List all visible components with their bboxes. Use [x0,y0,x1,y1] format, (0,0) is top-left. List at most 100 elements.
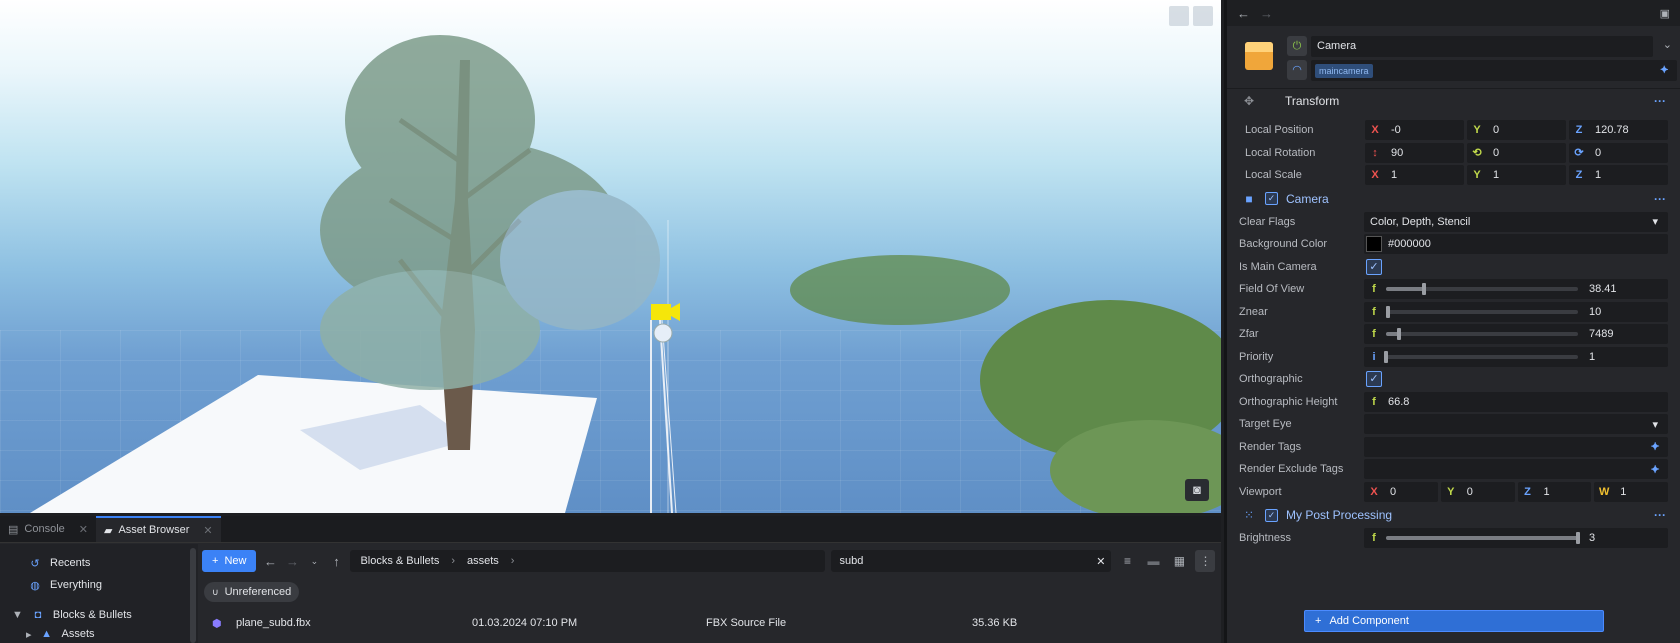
asset-browser-sidebar: ↺ Recents ◍ Everything ▼ ◘ Blocks & Bull… [0,544,198,643]
search-input[interactable]: subd ✕ [831,550,1112,572]
folder-icon[interactable]: ▬ [1143,554,1163,568]
prop-label: Orthographic [1239,373,1303,386]
component-enabled-checkbox[interactable]: ✓ [1265,192,1278,205]
breadcrumb-item[interactable]: Blocks & Bullets [360,555,439,567]
sidebar-scrollbar[interactable] [190,548,196,643]
render-tags-field[interactable]: ⯌ [1364,436,1668,457]
more-options-icon[interactable]: ··· [1654,508,1666,522]
chevron-right-icon[interactable]: ▸ [26,628,32,641]
tag-pill[interactable]: maincamera [1315,63,1373,78]
viewport-w-field[interactable]: W1 [1594,481,1668,502]
scene-viewport[interactable]: ◙ [0,0,1221,513]
target-eye-row: Target Eye ▾ [1227,413,1680,436]
screenshot-camera-icon[interactable]: ◙ [1185,479,1209,501]
scale-x-field[interactable]: X1 [1365,165,1464,186]
chevron-right-icon: › [510,555,515,567]
ortho-height-field[interactable]: f 66.8 [1364,391,1668,412]
render-exclude-tags-field[interactable]: ⯌ [1364,459,1668,480]
position-z-field[interactable]: Z 120.78 [1569,120,1668,141]
back-icon[interactable]: ← [1237,6,1250,21]
file-type: FBX Source File [706,617,787,629]
component-title: My Post Processing [1286,508,1393,522]
chevron-right-icon: › [451,555,455,567]
component-title: Transform [1285,94,1340,108]
tab-console-label: Console [24,523,65,535]
more-options-icon[interactable]: ⋮ [1195,550,1216,572]
power-icon[interactable]: ⏻ [1287,36,1307,56]
rotation-yaw-field[interactable]: ⟲ 0 [1467,142,1566,163]
post-processing-header[interactable]: ⁙ ✓ My Post Processing ··· [1227,503,1680,527]
position-x-field[interactable]: X -0 [1365,120,1464,141]
sidebar-item-recents[interactable]: ↺ Recents [0,552,198,574]
scale-y-field[interactable]: Y1 [1467,165,1566,186]
sidebar-item-assets[interactable]: ▸ ▲ Assets [0,626,198,642]
prop-label: Orthographic Height [1239,395,1338,408]
list-item[interactable] [204,634,1221,643]
clear-icon[interactable]: ✕ [1096,555,1105,568]
prop-label: Background Color [1239,238,1328,251]
background-color-field[interactable]: #000000 [1364,234,1668,255]
priority-slider[interactable]: i 1 [1364,346,1668,367]
camera-component-header[interactable]: ■ ✓ Camera ··· [1227,186,1680,211]
znear-slider[interactable]: f 10 [1364,301,1668,322]
clear-flags-select[interactable]: Color, Depth, Stencil ▾ [1364,211,1668,232]
forward-icon[interactable]: → [284,554,300,569]
up-folder-icon[interactable]: ↑ [328,554,344,569]
is-main-camera-checkbox[interactable]: ✓ [1366,258,1382,275]
prop-label: Clear Flags [1239,215,1296,228]
view-toggle-icon-2[interactable] [1193,6,1213,26]
breadcrumb-item[interactable]: assets [467,555,499,567]
fov-slider[interactable]: f 38.41 [1364,279,1668,300]
view-toggle-icon-1[interactable] [1169,6,1189,26]
rotation-roll-field[interactable]: ⟳ 0 [1569,142,1668,163]
chevron-down-icon[interactable]: ⌄ [1663,38,1672,51]
viewport-z-field[interactable]: Z1 [1517,481,1592,502]
scale-z-field[interactable]: Z1 [1569,165,1668,186]
filter-icon[interactable]: ≡ [1117,554,1137,568]
prop-label: Viewport [1239,485,1282,498]
tab-console[interactable]: ▤ Console ✕ [0,516,96,542]
prop-label: Local Scale [1245,169,1302,182]
position-y-field[interactable]: Y0 [1467,120,1566,141]
orthographic-checkbox[interactable]: ✓ [1366,371,1382,388]
chevron-down-icon[interactable]: ▼ [12,609,23,621]
chevron-down-icon: ▾ [1652,418,1658,431]
new-button[interactable]: + New [202,550,257,572]
file-date: 01.03.2024 07:10 PM [472,617,578,629]
gameobject-header: ⏻ ◠ Camera ⌄ maincamera ⯌ [1227,26,1680,89]
brightness-slider[interactable]: f 3 [1364,528,1668,549]
lock-icon[interactable]: ▣ [1660,7,1670,20]
add-component-label: Add Component [1329,615,1409,627]
move-icon: ✥ [1243,94,1255,108]
transform-header[interactable]: ✥ Transform ··· [1227,89,1680,113]
list-item[interactable]: ⬢ plane_subd.fbx 01.03.2024 07:10 PM FBX… [204,613,1221,633]
filter-chip[interactable]: ∪ Unreferenced [204,582,300,602]
viewport-y-field[interactable]: Y0 [1440,481,1515,502]
gameobject-tags-field[interactable]: maincamera ⯌ [1311,60,1677,81]
gameobject-name-field[interactable]: Camera [1311,36,1653,57]
more-options-icon[interactable]: ··· [1654,94,1666,108]
sidebar-item-everything[interactable]: ◍ Everything [0,574,198,596]
zfar-slider[interactable]: f 7489 [1364,324,1668,345]
color-swatch[interactable] [1366,236,1382,253]
rotation-pitch-field[interactable]: ↕ 90 [1365,142,1464,163]
sidebar-item-label: Blocks & Bullets [52,609,132,621]
prop-label: Local Position [1245,124,1314,137]
close-icon[interactable]: ✕ [203,524,212,537]
add-component-button[interactable]: + Add Component [1304,610,1604,632]
network-icon[interactable]: ◠ [1287,60,1307,80]
sidebar-item-project[interactable]: ▼ ◘ Blocks & Bullets [0,604,198,626]
close-icon[interactable]: ✕ [79,523,88,536]
history-dropdown-icon[interactable]: ⌄ [306,556,322,567]
target-eye-select[interactable]: ▾ [1364,414,1668,435]
component-enabled-checkbox[interactable]: ✓ [1265,508,1278,522]
is-main-camera-row: Is Main Camera ✓ [1227,256,1680,279]
back-icon[interactable]: ← [262,554,278,569]
tab-asset-browser[interactable]: ▰ Asset Browser ✕ [95,516,221,542]
grid-view-icon[interactable]: ▦ [1169,554,1189,568]
tag-icon[interactable]: ⯌ [1660,64,1669,77]
clear-flags-row: Clear Flags Color, Depth, Stencil ▾ [1227,211,1680,234]
forward-icon[interactable]: → [1260,6,1273,21]
viewport-x-field[interactable]: X0 [1364,481,1438,502]
more-options-icon[interactable]: ··· [1654,192,1666,206]
